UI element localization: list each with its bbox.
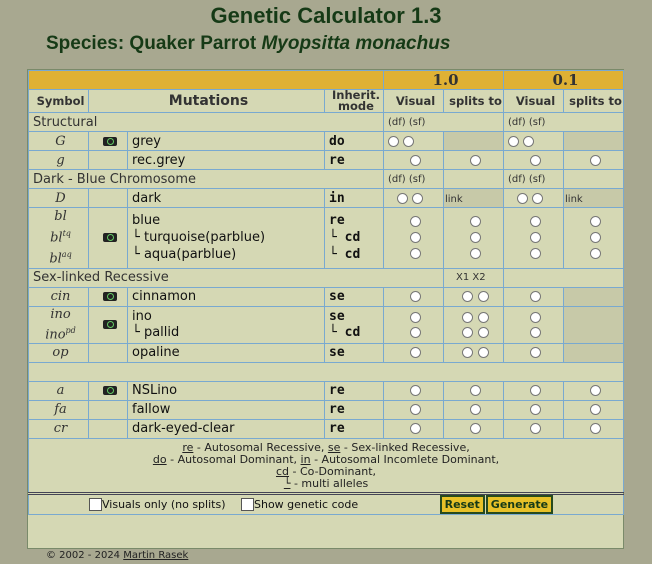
row-fallow: fa fallow re (28, 399, 625, 420)
radio-sf[interactable] (523, 135, 535, 147)
author-link[interactable]: Martin Rasek (123, 550, 188, 561)
section-structural: Structural (df) (sf) (df) (sf) (28, 112, 625, 132)
section-blank (27, 361, 625, 382)
camera-icon[interactable] (103, 292, 117, 302)
species-title: Species: Quaker Parrot Myopsitta monachu… (46, 33, 450, 55)
controls-row: Visuals only (no splits) Show genetic co… (27, 491, 625, 515)
copyright: © 2002 - 2024 (46, 550, 124, 561)
link-icon[interactable]: link (445, 194, 463, 205)
col-mutations: Mutations (88, 89, 325, 113)
visuals-only-checkbox[interactable] (89, 498, 102, 512)
show-code-checkbox[interactable] (240, 498, 254, 512)
radio-split[interactable] (590, 154, 602, 166)
male-label: 1.0 (382, 70, 505, 90)
col-splits-male: splits to (442, 89, 505, 113)
visuals-only-label: Visuals only (no splits) (102, 497, 226, 511)
radio-visual[interactable] (410, 154, 421, 166)
col-visual-female: Visual (503, 89, 565, 113)
row-ino-group: ino inopd ino └ pallid se └ cd (28, 305, 625, 344)
radio-split[interactable] (470, 154, 481, 166)
legend: re - Autosomal Recessive, se - Sex-linke… (27, 437, 625, 494)
camera-icon[interactable] (103, 136, 117, 146)
col-symbol: Symbol (28, 89, 89, 113)
radio-sf[interactable] (532, 192, 544, 204)
column-header-row: Symbol Mutations Inherit. mode Visual sp… (28, 89, 625, 113)
genetic-table: 1.0 0.1 Symbol Mutations Inherit. mode V… (27, 70, 625, 515)
radio-sf[interactable] (403, 135, 415, 147)
reset-button[interactable]: Reset (439, 496, 485, 514)
female-label: 0.1 (503, 70, 625, 90)
radio-df[interactable] (508, 135, 520, 147)
row-opaline: op opaline se (28, 342, 625, 363)
parent-header-row: 1.0 0.1 (28, 70, 625, 90)
radio-df[interactable] (517, 192, 529, 204)
show-code-label: Show genetic code (253, 497, 359, 511)
col-visual-male: Visual (383, 89, 444, 113)
species-name: Species: Quaker Parrot (46, 33, 257, 54)
radio-visual[interactable] (530, 154, 542, 166)
row-recgrey: g rec.grey re (28, 150, 625, 170)
camera-icon[interactable] (103, 386, 117, 396)
camera-icon[interactable] (103, 233, 117, 243)
camera-icon[interactable] (103, 320, 117, 330)
radio-df[interactable] (388, 135, 399, 147)
section-dark-blue: Dark - Blue Chromosome (df) (sf) (df) (s… (28, 169, 625, 189)
footer: © 2002 - 2024 Martin Rasek (46, 550, 188, 561)
row-blue-group: bl bltq blaq blue └ turquoise(parblue) └… (28, 207, 625, 269)
row-dark: D dark in link link (28, 188, 625, 208)
legend-row: re - Autosomal Recessive, se - Sex-linke… (27, 437, 625, 494)
radio-df[interactable] (397, 192, 408, 204)
section-sex-linked: Sex-linked Recessive X1 X2 (28, 267, 625, 288)
page-title: Genetic Calculator 1.3 (210, 3, 442, 28)
col-inherit: Inherit. mode (324, 89, 384, 113)
generate-button[interactable]: Generate (485, 496, 554, 514)
link-icon[interactable]: link (565, 194, 583, 205)
row-nslino: a NSLino re (28, 380, 625, 401)
col-splits-female: splits to (563, 89, 625, 113)
row-dec: cr dark-eyed-clear re (28, 418, 625, 439)
radio-sf[interactable] (412, 192, 424, 204)
species-latin: Myopsitta monachus (261, 33, 451, 54)
row-cinnamon: cin cinnamon se (28, 286, 625, 307)
row-grey: G grey do (28, 131, 625, 151)
